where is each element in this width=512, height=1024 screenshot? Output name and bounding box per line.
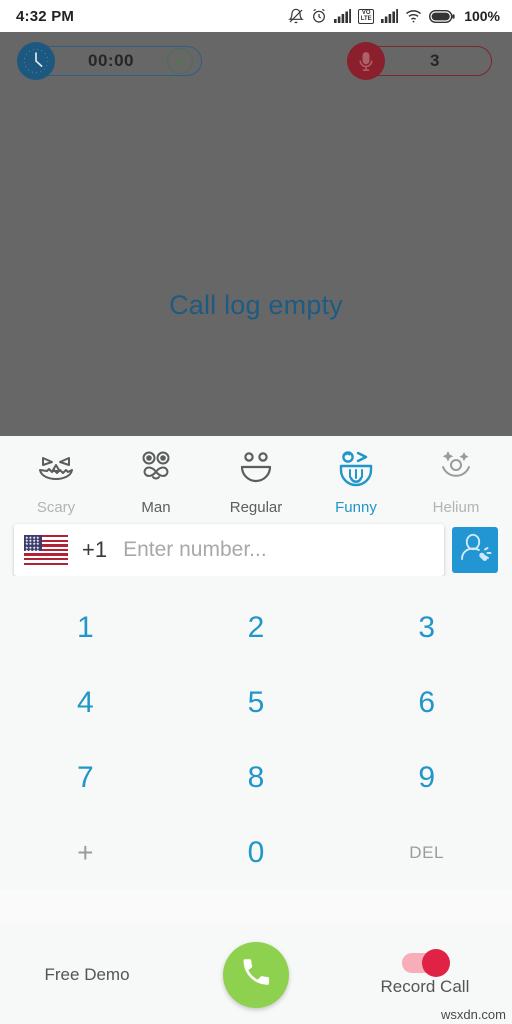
call-button-wrap (174, 941, 338, 1008)
effect-label: Man (141, 499, 171, 516)
status-icons: VO LTE 100% (288, 8, 500, 24)
effect-label: Regular (229, 499, 283, 516)
dialpad-key-2[interactable]: 2 (171, 590, 342, 665)
phone-handset-icon (239, 955, 273, 994)
dialpad-row: 7 8 9 (0, 740, 512, 815)
dialpad: 1 2 3 4 5 6 7 8 9 + 0 DEL (0, 576, 512, 890)
clock-icon (17, 42, 55, 80)
dialpad-key-5[interactable]: 5 (171, 665, 342, 740)
effect-regular[interactable]: Regular (206, 448, 306, 516)
dialpad-key-4[interactable]: 4 (0, 665, 171, 740)
alarm-clock-icon (311, 8, 327, 24)
smiley-face-icon (232, 448, 280, 493)
effect-funny[interactable]: Funny (306, 448, 406, 516)
record-call-toggle[interactable] (401, 948, 450, 977)
country-code[interactable]: +1 (82, 537, 107, 563)
effect-label: Funny (335, 499, 377, 516)
battery-percent: 100% (464, 8, 500, 24)
bottom-bar: Free Demo Record Call (0, 925, 512, 1024)
number-input[interactable]: Enter number... (123, 538, 434, 562)
contacts-button[interactable] (452, 527, 498, 573)
dialpad-key-delete[interactable]: DEL (341, 815, 512, 890)
bell-muted-icon (288, 8, 305, 24)
toggle-knob (421, 948, 450, 977)
wifi-icon (405, 9, 422, 23)
dialpad-key-8[interactable]: 8 (171, 740, 342, 815)
dialpad-key-6[interactable]: 6 (341, 665, 512, 740)
credit-timer-pill[interactable]: 00:00 + (17, 42, 202, 80)
recordings-count: 3 (430, 51, 440, 70)
scary-face-icon (32, 448, 80, 493)
recordings-pill[interactable]: 3 (347, 42, 492, 80)
sparkle-face-icon (432, 448, 480, 493)
tongue-face-icon (332, 448, 380, 493)
volte-badge: VO LTE (358, 8, 375, 24)
add-credit-button[interactable]: + (167, 48, 193, 74)
dialpad-row: 4 5 6 (0, 665, 512, 740)
number-input-container[interactable]: ★★★★★★★★★★★★★★★★★★★★★★★★★★★★ +1 Enter nu… (14, 524, 444, 576)
dialpad-key-3[interactable]: 3 (341, 590, 512, 665)
effect-label: Helium (432, 499, 480, 516)
record-call-label: Record Call (380, 976, 470, 996)
call-button[interactable] (222, 941, 289, 1008)
call-log-empty-message: Call log empty (169, 290, 343, 320)
timer-value: 00:00 (88, 51, 134, 70)
effect-scary[interactable]: Scary (6, 448, 106, 516)
mustache-face-icon (132, 448, 180, 493)
status-time: 4:32 PM (16, 7, 75, 25)
dialpad-key-0[interactable]: 0 (171, 815, 342, 890)
call-log-toolbar: 00:00 + 3 (0, 32, 512, 80)
us-flag-icon[interactable]: ★★★★★★★★★★★★★★★★★★★★★★★★★★★★ (24, 535, 68, 565)
status-bar: 4:32 PM VO LTE 100% (0, 0, 512, 32)
effect-man[interactable]: Man (106, 448, 206, 516)
signal-bars-icon (334, 9, 352, 23)
dialpad-key-1[interactable]: 1 (0, 590, 171, 665)
dialpad-key-plus[interactable]: + (0, 815, 171, 890)
number-entry-bar: ★★★★★★★★★★★★★★★★★★★★★★★★★★★★ +1 Enter nu… (0, 524, 512, 576)
microphone-icon (347, 42, 385, 80)
dialpad-row: 1 2 3 (0, 590, 512, 665)
free-demo-button[interactable]: Free Demo (0, 965, 174, 985)
record-call-control[interactable]: Record Call (338, 948, 512, 997)
dialpad-row: + 0 DEL (0, 815, 512, 890)
effect-helium[interactable]: Helium (406, 448, 506, 516)
effect-label: Scary (36, 499, 76, 516)
battery-icon (429, 9, 455, 23)
contact-call-icon (458, 531, 492, 570)
call-log-panel: 00:00 + 3 Call log empty (0, 32, 512, 436)
dialpad-key-9[interactable]: 9 (341, 740, 512, 815)
signal-bars-2-icon (381, 9, 399, 23)
dialpad-key-7[interactable]: 7 (0, 740, 171, 815)
voice-effects-row: Scary Man Regular Funny Helium (0, 436, 512, 524)
watermark: wsxdn.com (440, 1007, 506, 1022)
